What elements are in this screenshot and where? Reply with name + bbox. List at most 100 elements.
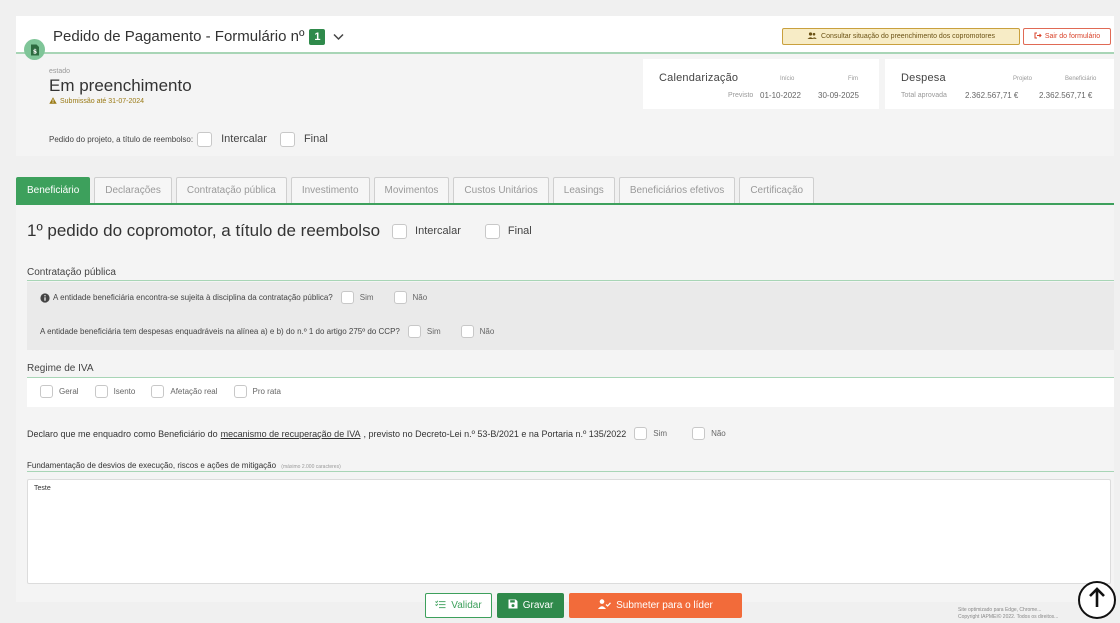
procurement-q2-no-label: Não <box>479 327 495 336</box>
declaration-text-after: , previsto no Decreto-Lei n.º 53-B/2021 … <box>363 428 627 439</box>
copromoter-request-row: 1º pedido do copromotor, a título de ree… <box>27 221 532 241</box>
procurement-question-1-text: A entidade beneficiária encontra-se suje… <box>53 293 333 302</box>
validate-button-label: Validar <box>451 600 482 611</box>
vat-afetacao-real-label: Afetação real <box>170 387 218 396</box>
project-final-checkbox[interactable] <box>279 131 295 147</box>
submission-deadline: Submissão até 31-07-2024 <box>49 97 144 106</box>
procurement-q1-no-checkbox[interactable] <box>393 291 407 304</box>
document-icon: $ <box>24 39 45 60</box>
vat-regime-box: Geral Isento Afetação real Pro rata <box>27 378 1114 407</box>
justification-textarea[interactable]: Teste <box>27 479 1111 584</box>
justification-label-text: Fundamentação de desvios de execução, ri… <box>27 461 277 470</box>
tab-contratacao-publica[interactable]: Contratação pública <box>175 177 287 203</box>
copromoter-final-checkbox[interactable] <box>484 223 500 239</box>
warning-icon <box>49 97 57 106</box>
footer-line-1: Site optimizado para Edge, Chrome... <box>958 607 1042 613</box>
action-bar: Validar Gravar Submeter para o líder <box>425 593 742 618</box>
svg-text:$: $ <box>32 48 36 55</box>
validate-button[interactable]: Validar <box>425 593 492 618</box>
exit-form-button[interactable]: Sair do formulário <box>1023 28 1111 45</box>
consult-copromoters-button[interactable]: Consultar situação do preenchimento dos … <box>782 28 1020 45</box>
sign-out-icon <box>1034 32 1042 41</box>
calendar-card: Calendarização Início Fim Previsto 01-10… <box>643 59 879 109</box>
tab-leasings[interactable]: Leasings <box>552 177 615 203</box>
list-check-icon <box>435 600 446 612</box>
procurement-question-2-text: A entidade beneficiária tem despesas enq… <box>40 327 400 336</box>
declaration-yes-label: Sim <box>653 429 668 438</box>
expense-beneficiary-value: 2.362.567,71 € <box>1039 91 1093 100</box>
tab-beneficiarios-efetivos[interactable]: Beneficiários efetivos <box>618 177 736 203</box>
calendar-row-label: Previsto <box>728 92 754 99</box>
expense-row-label: Total aprovada <box>901 92 947 99</box>
calendar-start-label: Início <box>780 76 795 82</box>
vat-pro-rata-label: Pro rata <box>252 387 281 396</box>
save-button-label: Gravar <box>522 600 554 611</box>
expense-title: Despesa <box>901 72 946 84</box>
vat-regime-title: Regime de IVA <box>27 363 94 374</box>
declaration-text-before: Declaro que me enquadro como Beneficiári… <box>27 428 218 439</box>
tab-custos-unitarios[interactable]: Custos Unitários <box>453 177 549 203</box>
calendar-start-value: 01-10-2022 <box>760 91 801 100</box>
tab-declaracoes[interactable]: Declarações <box>94 177 172 203</box>
form-header: Pedido de Pagamento - Formulário nº 1 Co… <box>16 16 1114 156</box>
justification-label: Fundamentação de desvios de execução, ri… <box>27 461 341 470</box>
calendar-end-value: 30-09-2025 <box>818 91 859 100</box>
procurement-q2-yes-label: Sim <box>426 327 441 336</box>
vat-recovery-declaration: Declaro que me enquadro como Beneficiári… <box>27 427 726 440</box>
tab-beneficiario[interactable]: Beneficiário <box>16 177 91 203</box>
vat-pro-rata-checkbox[interactable] <box>233 385 247 398</box>
save-button[interactable]: Gravar <box>497 593 564 618</box>
declaration-no-checkbox[interactable] <box>692 427 706 440</box>
vat-isento-checkbox[interactable] <box>94 385 108 398</box>
public-procurement-box: A entidade beneficiária encontra-se suje… <box>27 282 1114 350</box>
procurement-q2-no-checkbox[interactable] <box>460 325 474 338</box>
tab-certificacao[interactable]: Certificação <box>739 177 815 203</box>
calendar-title: Calendarização <box>659 72 739 84</box>
project-reimbursement-row: Pedido do projeto, a título de reembolso… <box>49 129 328 149</box>
procurement-q2-yes-checkbox[interactable] <box>407 325 421 338</box>
title-bar: Pedido de Pagamento - Formulário nº 1 Co… <box>16 16 1114 54</box>
project-final-label: Final <box>303 133 328 145</box>
form-number-badge: 1 <box>309 28 326 45</box>
scroll-to-top-button[interactable] <box>1078 581 1116 619</box>
copromoter-request-title: 1º pedido do copromotor, a título de ree… <box>27 221 381 240</box>
arrow-up-icon <box>1087 586 1107 614</box>
footer-note: Site optimizado para Edge, Chrome... Cop… <box>958 607 1058 621</box>
public-procurement-title: Contratação pública <box>27 267 116 278</box>
submit-button-label: Submeter para o líder <box>616 600 713 611</box>
reimbursement-label: Pedido do projeto, a título de reembolso… <box>49 134 194 144</box>
vat-geral-label: Geral <box>59 387 79 396</box>
page-title-text: Pedido de Pagamento - Formulário nº <box>53 28 305 45</box>
copromoter-intercalar-label: Intercalar <box>415 225 461 237</box>
expense-project-value: 2.362.567,71 € <box>965 91 1019 100</box>
calendar-end-label: Fim <box>848 76 858 82</box>
vat-regime-options: Geral Isento Afetação real Pro rata <box>40 385 297 398</box>
vat-geral-checkbox[interactable] <box>40 385 53 398</box>
submit-to-leader-button[interactable]: Submeter para o líder <box>569 593 742 618</box>
submission-deadline-text: Submissão até 31-07-2024 <box>60 98 145 105</box>
consult-button-label: Consultar situação do preenchimento dos … <box>821 33 995 40</box>
users-icon <box>807 32 817 41</box>
procurement-q1-yes-checkbox[interactable] <box>340 291 354 304</box>
vat-afetacao-real-checkbox[interactable] <box>151 385 165 398</box>
state-value: Em preenchimento <box>49 76 192 95</box>
project-intercalar-checkbox[interactable] <box>197 131 213 147</box>
expense-project-label: Projeto <box>1013 76 1033 82</box>
copromoter-final-label: Final <box>507 225 532 237</box>
vat-recovery-link[interactable]: mecanismo de recuperação de IVA <box>221 429 361 439</box>
form-tabs: Beneficiário Declarações Contratação púb… <box>16 177 815 203</box>
copromoter-intercalar-checkbox[interactable] <box>392 223 408 239</box>
chevron-down-icon[interactable] <box>333 33 344 41</box>
info-icon[interactable] <box>40 292 50 303</box>
public-procurement-divider <box>27 280 1114 281</box>
justification-divider <box>27 471 1114 472</box>
declaration-yes-checkbox[interactable] <box>634 427 648 440</box>
expense-beneficiary-label: Beneficiário <box>1065 76 1097 82</box>
procurement-question-2: A entidade beneficiária tem despesas enq… <box>40 325 494 338</box>
beneficiary-panel: 1º pedido do copromotor, a título de ree… <box>16 205 1114 602</box>
tab-investimento[interactable]: Investimento <box>290 177 370 203</box>
state-label: estado <box>49 68 71 75</box>
procurement-q1-yes-label: Sim <box>359 293 374 302</box>
tab-movimentos[interactable]: Movimentos <box>373 177 450 203</box>
exit-button-label: Sair do formulário <box>1044 33 1101 40</box>
